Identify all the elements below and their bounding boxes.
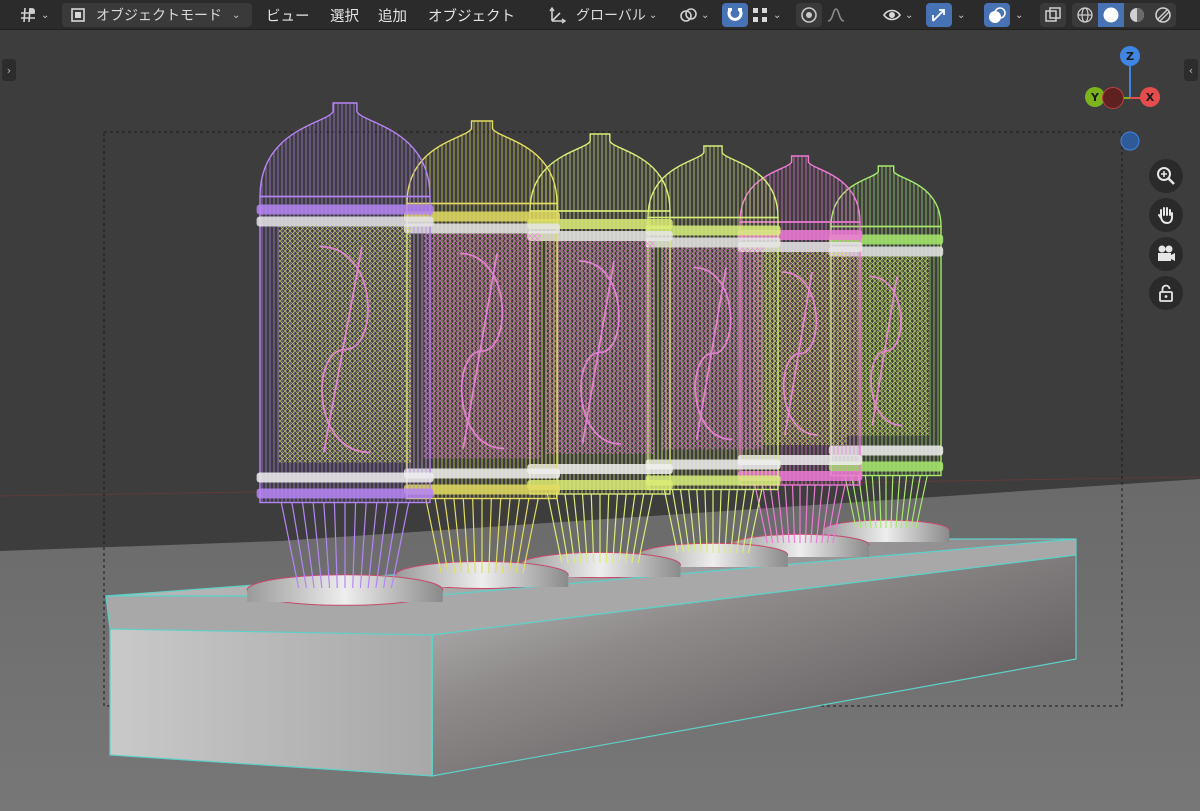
gizmo-dropdown[interactable]: ⌄	[954, 3, 976, 27]
mode-label: オブジェクトモード	[96, 8, 222, 24]
pan-button[interactable]	[1149, 198, 1183, 232]
blender-window: ⌄ オブジェクトモード ⌄ ビュー 選択 追加 オブジェクト グローバル ⌄ ⌄…	[0, 0, 1200, 811]
nixie-tube	[246, 102, 444, 606]
shading-mode-group	[1072, 3, 1176, 27]
menu-select[interactable]: 選択	[326, 3, 363, 27]
viewport-header: ⌄ オブジェクトモード ⌄ ビュー 選択 追加 オブジェクト グローバル ⌄ ⌄…	[0, 0, 1200, 30]
menu-object[interactable]: オブジェクト	[424, 3, 519, 27]
solid-shading-icon	[1103, 7, 1119, 23]
snap-toggle[interactable]	[722, 3, 748, 27]
chevron-down-icon: ⌄	[773, 9, 782, 21]
chevron-down-icon: ⌄	[905, 9, 914, 21]
toolbar-expand-arrow[interactable]: ›	[2, 59, 16, 81]
object-visibility-dropdown[interactable]: ⌄	[882, 3, 918, 27]
scene-render	[0, 102, 1200, 811]
chevron-down-icon: ⌄	[41, 9, 50, 21]
material-shading-icon	[1130, 8, 1144, 22]
object-mode-icon	[71, 8, 85, 22]
base-front-left	[109, 628, 433, 777]
zoom-icon	[1157, 167, 1175, 185]
chevron-down-icon: ⌄	[648, 9, 658, 21]
3d-viewport[interactable]: › ‹ Z Y X	[0, 31, 1200, 811]
rendered-shading-icon	[1155, 7, 1171, 23]
falloff-dropdown[interactable]	[826, 3, 860, 27]
snap-increment-icon	[753, 8, 767, 22]
camera-view-icon	[1158, 245, 1175, 261]
material-shading-button[interactable]	[1124, 3, 1150, 27]
orientation-label: グローバル	[576, 8, 646, 24]
editor-type-button[interactable]: ⌄	[18, 3, 54, 27]
gizmo-icon	[932, 9, 945, 22]
pivot-point-button[interactable]: ⌄	[678, 3, 716, 27]
gizmo-axis-x[interactable]: X	[1140, 87, 1160, 107]
chevron-down-icon: ⌄	[701, 9, 710, 21]
xray-icon	[1045, 7, 1061, 22]
object-visibility-icon	[883, 9, 901, 21]
lock-camera-button[interactable]	[1149, 276, 1183, 310]
gizmo-toggle[interactable]	[926, 3, 952, 27]
gizmo-axis-z[interactable]: Z	[1120, 46, 1140, 66]
proportional-edit-icon	[801, 7, 817, 23]
solid-shading-button[interactable]	[1098, 3, 1124, 27]
mode-dropdown[interactable]: オブジェクトモード ⌄	[62, 3, 252, 27]
chevron-down-icon: ⌄	[1015, 9, 1024, 21]
transform-orientation-icon	[549, 6, 567, 24]
snap-magnet-icon	[727, 8, 743, 21]
overlays-dropdown[interactable]: ⌄	[1012, 3, 1034, 27]
menu-view[interactable]: ビュー	[262, 3, 314, 27]
viewport-editor-icon	[21, 7, 35, 23]
overlays-icon	[989, 7, 1006, 23]
pan-hand-icon	[1158, 207, 1173, 225]
chevron-down-icon: ⌄	[957, 9, 966, 21]
menu-add[interactable]: 追加	[374, 3, 411, 27]
lock-icon	[1159, 284, 1173, 302]
falloff-curve-icon	[827, 8, 845, 22]
xray-toggle[interactable]	[1040, 3, 1066, 27]
transform-orientation-dropdown[interactable]: グローバル ⌄	[548, 3, 672, 27]
zoom-button[interactable]	[1149, 159, 1183, 193]
rendered-shading-button[interactable]	[1150, 3, 1176, 27]
wireframe-shading-button[interactable]	[1072, 3, 1098, 27]
proportional-edit-toggle[interactable]	[796, 3, 822, 27]
snap-target-dropdown[interactable]: ⌄	[750, 3, 790, 27]
gizmo-axis-neg-x[interactable]	[1102, 87, 1124, 109]
pivot-point-icon	[680, 8, 697, 22]
camera-view-button[interactable]	[1149, 237, 1183, 271]
wireframe-shading-icon	[1077, 7, 1093, 23]
overlays-toggle[interactable]	[984, 3, 1010, 27]
chevron-down-icon: ⌄	[232, 9, 241, 21]
